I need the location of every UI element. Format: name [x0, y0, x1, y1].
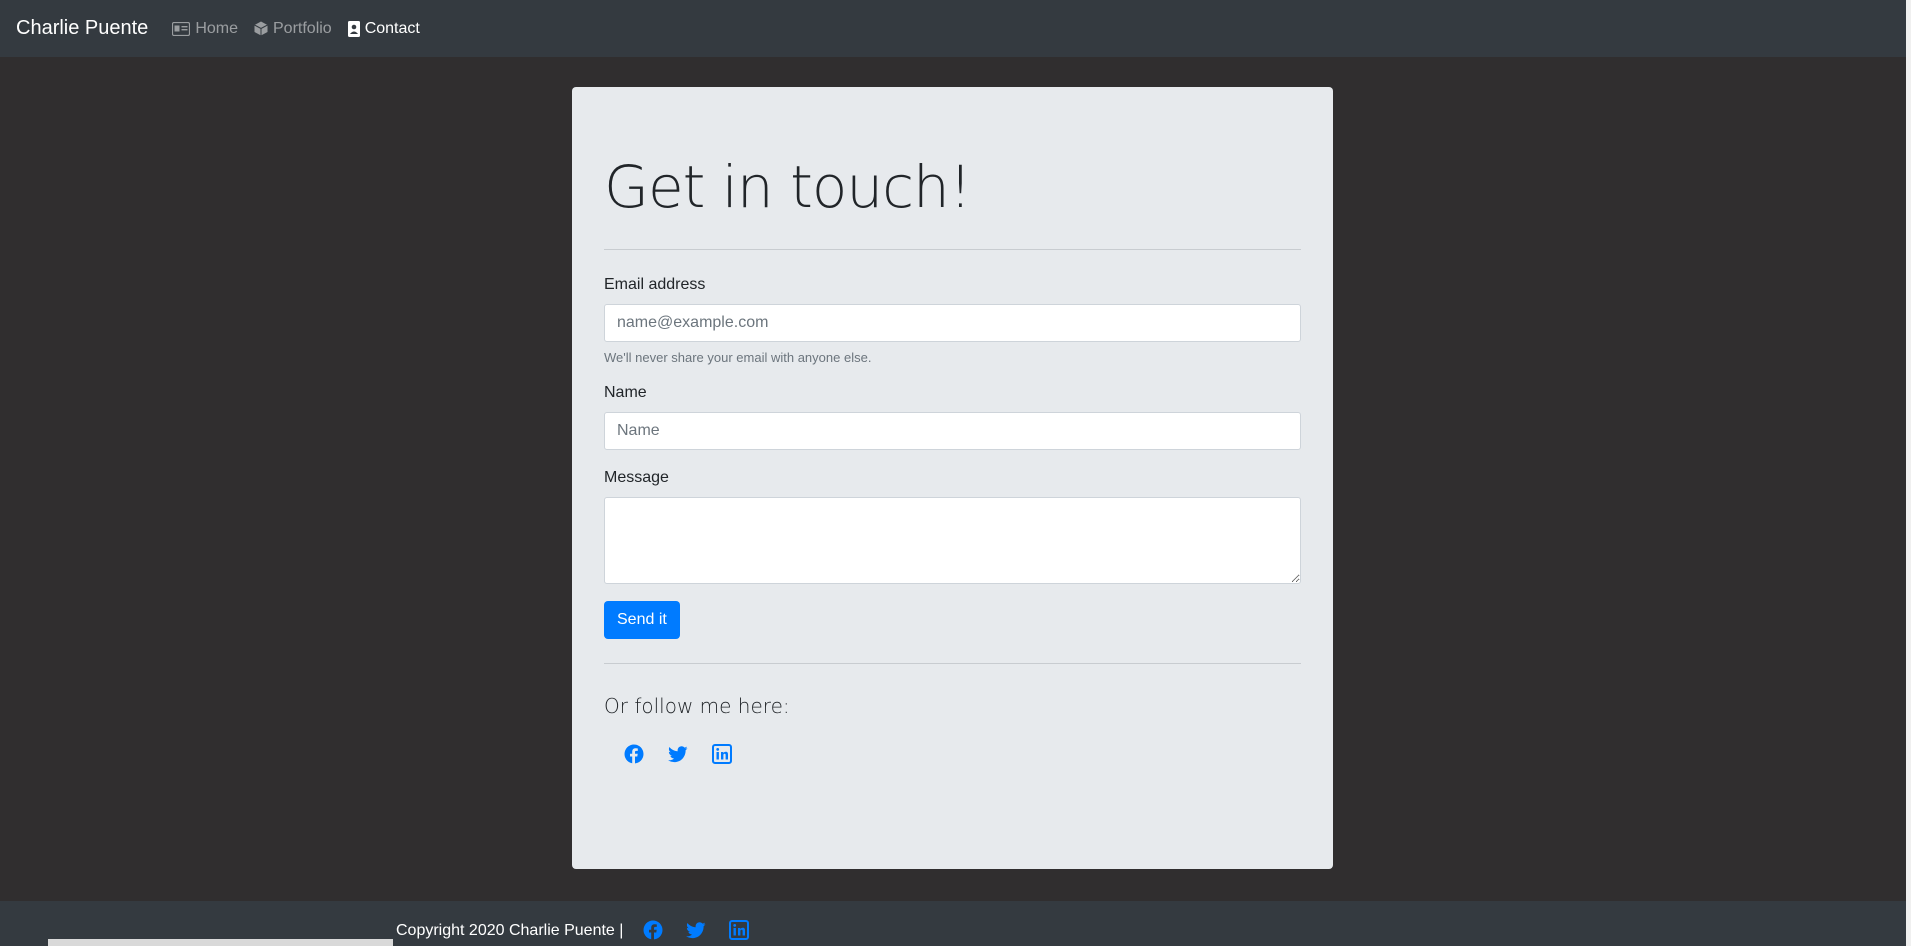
id-card-icon [172, 21, 191, 36]
name-label: Name [604, 383, 647, 401]
linkedin-icon[interactable] [729, 920, 749, 940]
top-navbar: Charlie Puente Home Portfolio Contact [0, 0, 1906, 57]
facebook-icon[interactable] [624, 744, 644, 764]
facebook-icon[interactable] [643, 920, 663, 940]
email-help-text: We'll never share your email with anyone… [604, 349, 872, 365]
cube-icon [254, 21, 268, 36]
linkedin-icon[interactable] [712, 743, 732, 764]
footer-social-links [643, 920, 749, 940]
scrollbar[interactable] [1906, 0, 1911, 946]
contact-card: Get in touch! Email address We'll never … [572, 87, 1333, 869]
divider [604, 248, 1301, 250]
name-field[interactable] [604, 411, 1301, 450]
page-title: Get in touch! [604, 153, 972, 221]
email-label: Email address [604, 275, 706, 293]
nav-item-home[interactable]: Home [172, 20, 238, 38]
nav-item-label: Home [195, 19, 238, 37]
nav-item-contact[interactable]: Contact [347, 19, 420, 38]
nav-item-label: Portfolio [273, 19, 332, 37]
twitter-icon[interactable] [686, 920, 706, 940]
divider [604, 662, 1301, 664]
follow-text: Or follow me here: [604, 693, 790, 718]
nav-item-portfolio[interactable]: Portfolio [254, 20, 332, 38]
message-field[interactable] [604, 496, 1301, 584]
email-field[interactable] [604, 303, 1301, 342]
contact-icon [347, 20, 360, 37]
message-label: Message [604, 468, 669, 486]
social-links [604, 743, 1301, 764]
twitter-icon[interactable] [668, 744, 688, 764]
copyright-text: Copyright 2020 Charlie Puente | [396, 922, 624, 939]
brand-link[interactable]: Charlie Puente [16, 17, 148, 40]
nav-item-label: Contact [364, 19, 420, 37]
send-button[interactable]: Send it [604, 600, 680, 639]
taskbar-strip [48, 939, 393, 946]
